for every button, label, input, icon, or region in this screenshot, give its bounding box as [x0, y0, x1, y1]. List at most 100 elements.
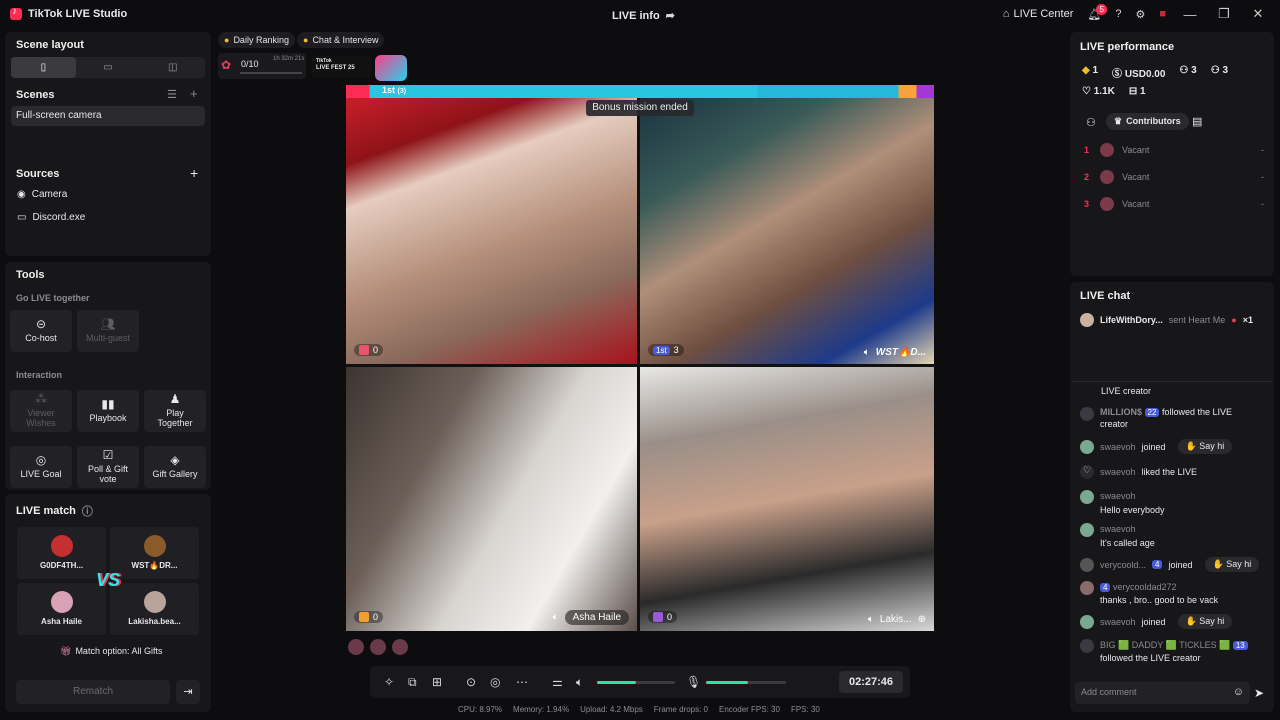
add-scene-icon[interactable]: +: [190, 86, 198, 101]
effects-icon[interactable]: ⧉: [408, 675, 417, 690]
emoji-icon[interactable]: ☺: [1233, 686, 1244, 698]
say-hi-button[interactable]: ✋ Say hi: [1177, 439, 1233, 454]
say-hi-button[interactable]: ✋ Say hi: [1177, 614, 1233, 629]
send-icon[interactable]: ➤: [1254, 686, 1264, 700]
comment-input[interactable]: Add comment ☺: [1075, 682, 1250, 704]
avatar: [51, 535, 73, 557]
report-icon[interactable]: ▤: [1192, 115, 1202, 128]
video-grid: 1st (3) 0 1st 3 🔈︎ WST🔥D... 0 🔈︎ Asha Haile…: [346, 85, 934, 631]
source-item-discord[interactable]: ▭ Discord.exe: [17, 212, 85, 223]
daily-ranking-chip[interactable]: ● Daily Ranking: [218, 32, 295, 48]
portrait-layout-icon[interactable]: ▯: [11, 57, 76, 78]
playbook-button[interactable]: ▮▮ Playbook: [77, 390, 139, 432]
match-option[interactable]: 🎁︎ Match option: All Gifts: [60, 646, 162, 657]
window-icon: ▭: [17, 212, 27, 223]
share-icon: ➦: [665, 10, 675, 22]
live-goal-button[interactable]: ◎ LIVE Goal: [10, 446, 72, 488]
upload-stat: Upload: 4.2 Mbps: [580, 705, 643, 714]
avatar[interactable]: [348, 639, 364, 655]
play-together-button[interactable]: ♟ Play Together: [144, 390, 206, 432]
cohost-button[interactable]: ⊝ Co-host: [10, 310, 72, 352]
avatar[interactable]: [392, 639, 408, 655]
gifts-stat: ⊟ 1: [1128, 86, 1146, 97]
exit-icon[interactable]: ⇥: [176, 680, 200, 704]
video-cell-host[interactable]: 0: [346, 98, 637, 364]
match-player[interactable]: Asha Haile: [17, 583, 106, 635]
gift-counter: 0: [354, 611, 384, 623]
chat-message[interactable]: MILLION$ 22 followed the LIVE creator: [1080, 407, 1260, 430]
maximize-button[interactable]: ❐: [1214, 6, 1234, 22]
say-hi-button[interactable]: ✋ Say hi: [1204, 557, 1260, 572]
opponent-nameplate: 🔈︎ WST🔥D...: [863, 347, 926, 358]
chat-message[interactable]: ♡ swaevoh liked the LIVE: [1080, 465, 1197, 479]
chat-message[interactable]: 4 verycooldad272 thanks , bro.. good to b…: [1080, 581, 1218, 606]
chat-message[interactable]: swaevoh Hello everybody: [1080, 490, 1165, 517]
contributor-row[interactable]: 3 Vacant -: [1084, 197, 1264, 211]
chat-message[interactable]: swaevoh joined ✋ Say hi: [1080, 439, 1233, 454]
settings-sliders-icon[interactable]: ⚌: [552, 675, 563, 689]
minimize-button[interactable]: —: [1180, 7, 1200, 22]
split-layout-icon[interactable]: ◫: [140, 57, 205, 78]
gift-gallery-button[interactable]: ◈ Gift Gallery: [144, 446, 206, 488]
viewer-list-icon[interactable]: ⚇: [1086, 116, 1096, 129]
gear-icon[interactable]: ⚙: [1135, 8, 1145, 21]
close-button[interactable]: ✕: [1248, 6, 1268, 22]
notification-bell-icon[interactable]: 🔔︎ 5: [1087, 3, 1108, 21]
mic-slider[interactable]: [706, 681, 786, 684]
list-icon[interactable]: ☰: [167, 88, 177, 101]
chat-message[interactable]: verycoold... 4 joined ✋ Say hi: [1080, 557, 1260, 572]
record-icon[interactable]: ⊙: [466, 675, 476, 689]
perf-row-1: ◆ 1 Ⓢ USD0.00 ⚇ 3 ⚇ 3: [1082, 65, 1228, 80]
multiguest-button[interactable]: 👥︎ Multi-guest: [77, 310, 139, 352]
microphone-icon[interactable]: 🎙︎: [686, 675, 701, 689]
app-name: TikTok LIVE Studio: [28, 8, 128, 20]
avatar[interactable]: ■: [1159, 8, 1166, 20]
live-fest-banner[interactable]: TikTok LIVE FEST 25: [312, 56, 372, 78]
help-icon[interactable]: ?: [1115, 8, 1121, 20]
mission-progress[interactable]: ✿ 0/10 1h 32m 21s: [218, 53, 306, 79]
rematch-button[interactable]: Rematch: [16, 680, 170, 704]
add-source-icon[interactable]: +: [190, 165, 198, 181]
live-info-button[interactable]: LIVE info ➦: [612, 9, 675, 23]
contributor-row[interactable]: 2 Vacant -: [1084, 170, 1264, 184]
chat-interview-chip[interactable]: ● Chat & Interview: [297, 32, 385, 48]
magic-wand-icon[interactable]: ✧: [384, 675, 394, 689]
match-player[interactable]: WST🔥DR...: [110, 527, 199, 579]
fest-mascot-icon[interactable]: [375, 55, 407, 81]
usd-stat: Ⓢ USD0.00: [1112, 69, 1166, 80]
avatar: [1100, 197, 1114, 211]
landscape-layout-icon[interactable]: ▭: [76, 57, 141, 78]
group-icon: 👥︎: [100, 316, 116, 331]
live-center-button[interactable]: ⌂ LIVE Center: [1003, 8, 1074, 20]
heart-gift-icon: ●: [1231, 315, 1237, 325]
tiktok-logo-icon: [10, 6, 22, 20]
more-icon[interactable]: ⋯: [516, 675, 528, 689]
avatar[interactable]: [370, 639, 386, 655]
chat-message[interactable]: BIG 🟩 DADDY 🟩 TICKLES 🟩 13 followed the L…: [1080, 639, 1260, 664]
contributors-tab[interactable]: ♛ Contributors: [1106, 113, 1189, 130]
camera-switch-icon[interactable]: ◎: [490, 675, 500, 689]
video-cell-guest[interactable]: 0 🔈︎ Asha Haile: [346, 367, 637, 631]
video-cell-opponent[interactable]: 1st 3 🔈︎ WST🔥D...: [640, 98, 934, 364]
match-player[interactable]: Lakisha.bea...: [110, 583, 199, 635]
avatar: [1100, 170, 1114, 184]
speaker-icon[interactable]: 🔈︎: [576, 675, 583, 690]
chat-divider: [1072, 381, 1272, 382]
scene-item[interactable]: Full-screen camera: [11, 106, 205, 126]
gift-icon: [359, 345, 369, 355]
contributor-row[interactable]: 1 Vacant -: [1084, 143, 1264, 157]
poll-gift-button[interactable]: ☑ Poll & Gift vote: [77, 446, 139, 488]
fps-stat: FPS: 30: [790, 705, 820, 714]
speaker-icon: 🔈︎: [863, 347, 870, 358]
live-info-label: LIVE info: [612, 9, 660, 22]
chat-message[interactable]: swaevoh It's called age: [1080, 523, 1155, 550]
volume-slider[interactable]: [597, 681, 675, 684]
video-cell-guest[interactable]: 0 🔈︎ Lakis... ⊕: [640, 367, 934, 631]
viewer-wishes-button[interactable]: ⁂ Viewer Wishes: [10, 390, 72, 432]
info-icon[interactable]: ⓘ: [82, 503, 93, 519]
source-item-camera[interactable]: ◉ Camera: [17, 189, 67, 200]
trophy-icon: ●: [224, 35, 230, 45]
chat-message[interactable]: swaevoh joined ✋ Say hi: [1080, 614, 1233, 629]
match-player[interactable]: G0DF4TH...: [17, 527, 106, 579]
screen-icon[interactable]: ⊞: [432, 675, 442, 689]
